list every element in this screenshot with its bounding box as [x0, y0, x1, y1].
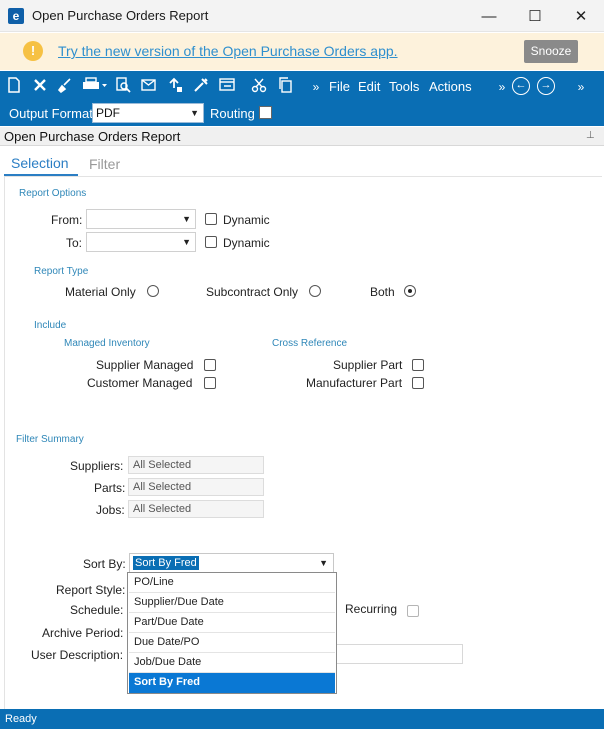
sort-option[interactable]: Part/Due Date	[129, 613, 335, 633]
supplier-managed-checkbox[interactable]	[204, 359, 216, 371]
recurring-label: Recurring	[345, 602, 398, 616]
from-dynamic-checkbox[interactable]	[205, 213, 217, 225]
include-heading: Include	[34, 320, 67, 331]
supplier-part-checkbox[interactable]	[412, 359, 424, 371]
customer-managed-checkbox[interactable]	[204, 377, 216, 389]
user-description-label: User Description:	[31, 648, 124, 662]
parts-field: All Selected	[128, 478, 264, 496]
parts-label: Parts:	[94, 481, 126, 495]
output-format-select[interactable]: PDF ▼	[92, 103, 204, 123]
more-nav-icon[interactable]: »	[496, 77, 508, 97]
cut-icon[interactable]	[249, 77, 269, 97]
from-label: From:	[51, 213, 83, 227]
sort-by-label: Sort By:	[83, 557, 126, 571]
pin-icon[interactable]: ⊥	[586, 130, 595, 141]
panel-title: Open Purchase Orders Report	[4, 129, 181, 144]
print-icon[interactable]	[81, 77, 109, 97]
forward-icon[interactable]: →	[537, 77, 555, 95]
warning-icon: !	[23, 41, 43, 61]
managed-inventory-heading: Managed Inventory	[64, 338, 150, 349]
from-combo[interactable]: ▼	[86, 209, 196, 229]
delete-icon[interactable]	[30, 77, 50, 97]
sort-by-value: Sort By Fred	[133, 556, 199, 570]
recurring-checkbox[interactable]	[407, 605, 419, 617]
overflow-icon[interactable]: »	[575, 77, 587, 97]
output-format-value: PDF	[96, 106, 120, 120]
menu-actions[interactable]: Actions	[429, 79, 472, 94]
menu-file[interactable]: File	[329, 79, 350, 94]
subcontract-only-radio[interactable]	[309, 285, 321, 297]
report-type-heading: Report Type	[34, 266, 89, 277]
status-bar	[0, 709, 604, 729]
chevron-down-icon: ▼	[190, 108, 199, 118]
new-version-link[interactable]: Try the new version of the Open Purchase…	[58, 43, 398, 59]
filter-summary-heading: Filter Summary	[16, 434, 84, 445]
attach-icon[interactable]	[165, 77, 185, 97]
sort-by-dropdown: PO/Line Supplier/Due Date Part/Due Date …	[127, 572, 337, 694]
copy-icon[interactable]	[275, 77, 295, 97]
sort-option[interactable]: Supplier/Due Date	[129, 593, 335, 613]
to-dynamic-label: Dynamic	[223, 236, 270, 250]
suppliers-label: Suppliers:	[70, 459, 124, 473]
window-title: Open Purchase Orders Report	[32, 8, 209, 23]
to-combo[interactable]: ▼	[86, 232, 196, 252]
manufacturer-part-label: Manufacturer Part	[306, 376, 403, 390]
new-icon[interactable]	[4, 77, 24, 97]
both-radio[interactable]	[404, 285, 416, 297]
jobs-field: All Selected	[128, 500, 264, 518]
back-icon[interactable]: ←	[512, 77, 530, 95]
app-logo-icon: e	[8, 8, 24, 24]
sort-option-selected[interactable]: Sort By Fred	[129, 673, 335, 693]
minimize-button[interactable]: —	[466, 0, 512, 32]
more-menu-icon[interactable]: »	[310, 77, 322, 97]
tab-filter[interactable]: Filter	[89, 156, 120, 172]
snooze-button[interactable]: Snooze	[524, 40, 578, 63]
archive-period-label: Archive Period:	[42, 626, 124, 640]
customer-managed-label: Customer Managed	[87, 376, 193, 390]
layout-icon[interactable]	[217, 77, 237, 97]
report-style-label: Report Style:	[56, 583, 126, 597]
clear-icon[interactable]	[56, 77, 76, 97]
tools-icon[interactable]	[191, 77, 211, 97]
report-options-heading: Report Options	[19, 188, 87, 199]
material-only-radio[interactable]	[147, 285, 159, 297]
output-format-label: Output Format:	[9, 106, 97, 121]
subcontract-only-label: Subcontract Only	[206, 285, 299, 299]
both-label: Both	[370, 285, 395, 299]
sort-option[interactable]: Due Date/PO	[129, 633, 335, 653]
print-preview-icon[interactable]	[113, 77, 133, 97]
user-description-input[interactable]	[336, 644, 463, 664]
supplier-part-label: Supplier Part	[333, 358, 403, 372]
tab-selection[interactable]: Selection	[11, 155, 69, 171]
cross-reference-heading: Cross Reference	[272, 338, 348, 349]
menu-tools[interactable]: Tools	[389, 79, 419, 94]
manufacturer-part-checkbox[interactable]	[412, 377, 424, 389]
routing-checkbox[interactable]	[259, 106, 272, 119]
send-icon[interactable]	[139, 77, 159, 97]
sort-option[interactable]: PO/Line	[129, 573, 335, 593]
maximize-button[interactable]: ☐	[512, 0, 558, 32]
suppliers-field: All Selected	[128, 456, 264, 474]
sort-option[interactable]: Job/Due Date	[129, 653, 335, 673]
close-button[interactable]: ✕	[558, 0, 604, 32]
material-only-label: Material Only	[65, 285, 136, 299]
schedule-label: Schedule:	[70, 603, 124, 617]
menu-edit[interactable]: Edit	[358, 79, 380, 94]
to-dynamic-checkbox[interactable]	[205, 236, 217, 248]
chevron-down-icon: ▼	[319, 558, 328, 568]
chevron-down-icon: ▼	[182, 214, 191, 224]
status-text: Ready	[5, 713, 37, 725]
supplier-managed-label: Supplier Managed	[96, 358, 194, 372]
chevron-down-icon: ▼	[182, 237, 191, 247]
sort-by-combo[interactable]: Sort By Fred ▼	[129, 553, 334, 573]
from-dynamic-label: Dynamic	[223, 213, 270, 227]
jobs-label: Jobs:	[96, 503, 125, 517]
to-label: To:	[66, 236, 83, 250]
routing-label: Routing	[210, 106, 255, 121]
